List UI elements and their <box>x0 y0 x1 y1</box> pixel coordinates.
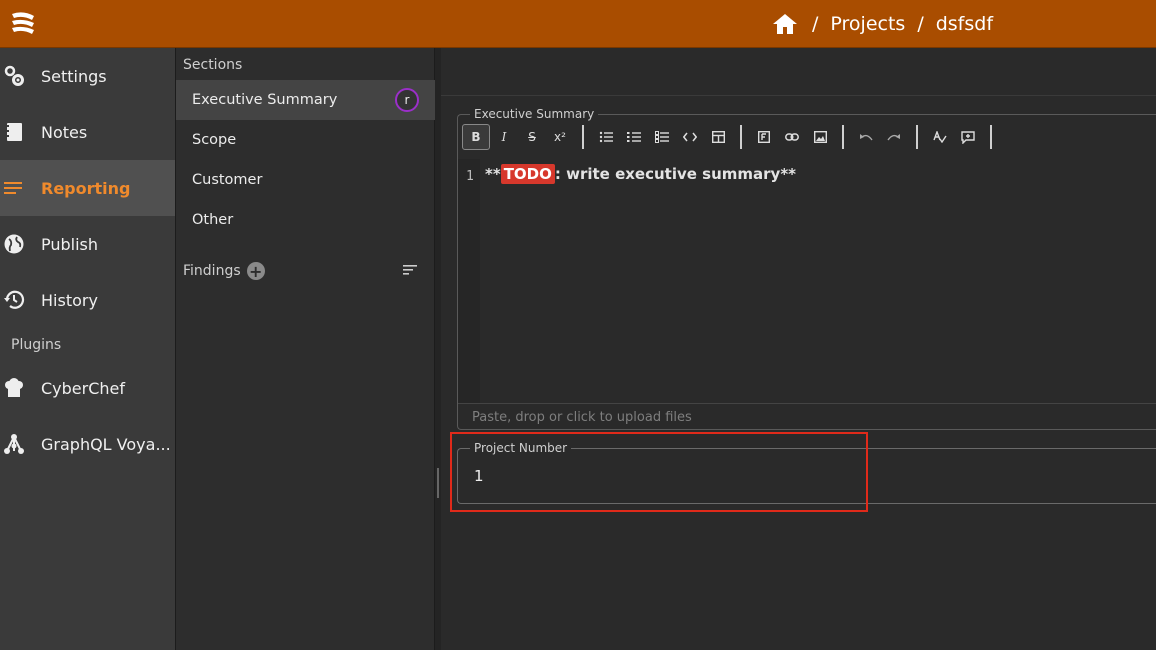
bold-button[interactable]: B <box>462 124 490 150</box>
breadcrumb-separator: / <box>917 13 924 35</box>
toolbar-divider <box>740 125 742 149</box>
findings-label: Findings <box>183 263 241 279</box>
left-navigation: Settings Notes Reporting Publish History… <box>0 48 175 650</box>
breadcrumb: / Projects / dsfsdf <box>772 10 1005 38</box>
nav-item-label: Publish <box>41 234 99 254</box>
breadcrumb-projects[interactable]: Projects <box>830 13 905 35</box>
nav-item-graphql-voyager[interactable]: GraphQL Voya... <box>0 416 175 472</box>
image-button[interactable] <box>806 124 834 150</box>
redo-button[interactable] <box>880 124 908 150</box>
code-button[interactable] <box>676 124 704 150</box>
numbered-list-button[interactable] <box>620 124 648 150</box>
todo-tag: TODO <box>500 164 555 184</box>
line-gutter <box>458 159 480 403</box>
executive-summary-editor: Executive Summary B I S x² 1 ** TODO: w… <box>457 107 1156 431</box>
add-finding-button[interactable]: + <box>246 262 265 281</box>
breadcrumb-project-name[interactable]: dsfsdf <box>936 13 993 35</box>
image-icon <box>813 131 827 143</box>
bullet-list-button[interactable] <box>592 124 620 150</box>
globe-icon <box>4 234 24 254</box>
table-icon <box>711 131 725 143</box>
markdown-text: : write executive summary** <box>554 165 797 183</box>
top-bar: / Projects / dsfsdf <box>0 0 1156 48</box>
nav-item-history[interactable]: History <box>0 272 175 328</box>
splitter-grip[interactable] <box>437 468 439 498</box>
toolbar-divider <box>842 125 844 149</box>
sections-panel: Sections Executive Summary r Scope Custo… <box>175 48 435 650</box>
link-button[interactable] <box>778 124 806 150</box>
chef-hat-icon <box>5 378 23 397</box>
editor-label: Executive Summary <box>470 107 599 121</box>
lines-icon <box>4 182 22 194</box>
link-icon <box>785 133 799 141</box>
sort-icon[interactable] <box>402 264 418 276</box>
main-content: Executive Summary B I S x² 1 ** TODO: w… <box>441 48 1156 650</box>
comment-button[interactable] <box>954 124 982 150</box>
spellcheck-button[interactable] <box>926 124 954 150</box>
toolbar-divider <box>990 125 992 149</box>
nav-item-label: History <box>41 290 98 310</box>
strikethrough-button[interactable]: S <box>518 124 546 150</box>
code-icon <box>683 132 697 142</box>
home-icon[interactable] <box>772 13 798 35</box>
undo-button[interactable] <box>852 124 880 150</box>
nav-item-label: CyberChef <box>41 378 126 398</box>
bullet-list-icon <box>599 131 613 143</box>
section-item-label: Customer <box>192 172 263 188</box>
highlight-box <box>450 432 868 512</box>
plugins-heading: Plugins <box>11 337 62 353</box>
history-icon <box>4 290 25 309</box>
checklist-icon <box>655 131 669 143</box>
nav-item-cyberchef[interactable]: CyberChef <box>0 360 175 416</box>
toolbar-divider <box>582 125 584 149</box>
nav-item-settings[interactable]: Settings <box>0 48 175 104</box>
editor-content[interactable]: ** TODO: write executive summary** <box>485 164 797 184</box>
superscript-button[interactable]: x² <box>546 124 574 150</box>
gear-icon <box>4 65 24 86</box>
nav-item-notes[interactable]: Notes <box>0 104 175 160</box>
nav-item-label: Settings <box>41 66 107 86</box>
template-icon <box>758 131 770 143</box>
toolbar-divider <box>916 125 918 149</box>
nav-item-publish[interactable]: Publish <box>0 216 175 272</box>
redo-icon <box>887 134 900 141</box>
upload-dropzone[interactable]: Paste, drop or click to upload files <box>458 403 1156 431</box>
avatar: r <box>395 88 419 112</box>
breadcrumb-separator: / <box>812 13 819 35</box>
graph-icon <box>4 434 24 454</box>
line-number: 1 <box>466 169 474 184</box>
nav-item-reporting[interactable]: Reporting <box>0 160 175 216</box>
nav-item-label: Reporting <box>41 178 131 198</box>
main-top-strip <box>441 48 1156 96</box>
findings-heading: Findings + <box>183 262 265 281</box>
spellcheck-icon <box>933 131 947 143</box>
template-button[interactable] <box>750 124 778 150</box>
app-logo-icon[interactable] <box>8 10 38 38</box>
markdown-prefix: ** <box>485 165 501 183</box>
add-comment-icon <box>961 130 975 144</box>
checklist-button[interactable] <box>648 124 676 150</box>
section-item-executive-summary[interactable]: Executive Summary r <box>176 80 435 120</box>
section-item-label: Executive Summary <box>192 92 338 108</box>
nav-item-label: Notes <box>41 122 88 142</box>
undo-icon <box>860 134 873 141</box>
sections-heading: Sections <box>183 57 243 73</box>
editor-toolbar: B I S x² <box>462 123 1000 151</box>
section-item-label: Scope <box>192 132 237 148</box>
section-item-scope[interactable]: Scope <box>176 120 435 160</box>
notebook-icon <box>5 123 22 141</box>
italic-button[interactable]: I <box>490 124 518 150</box>
section-item-other[interactable]: Other <box>176 200 435 240</box>
nav-item-label: GraphQL Voya... <box>41 434 171 454</box>
table-button[interactable] <box>704 124 732 150</box>
numbered-list-icon <box>627 132 641 142</box>
section-item-customer[interactable]: Customer <box>176 160 435 200</box>
section-item-label: Other <box>192 212 234 228</box>
